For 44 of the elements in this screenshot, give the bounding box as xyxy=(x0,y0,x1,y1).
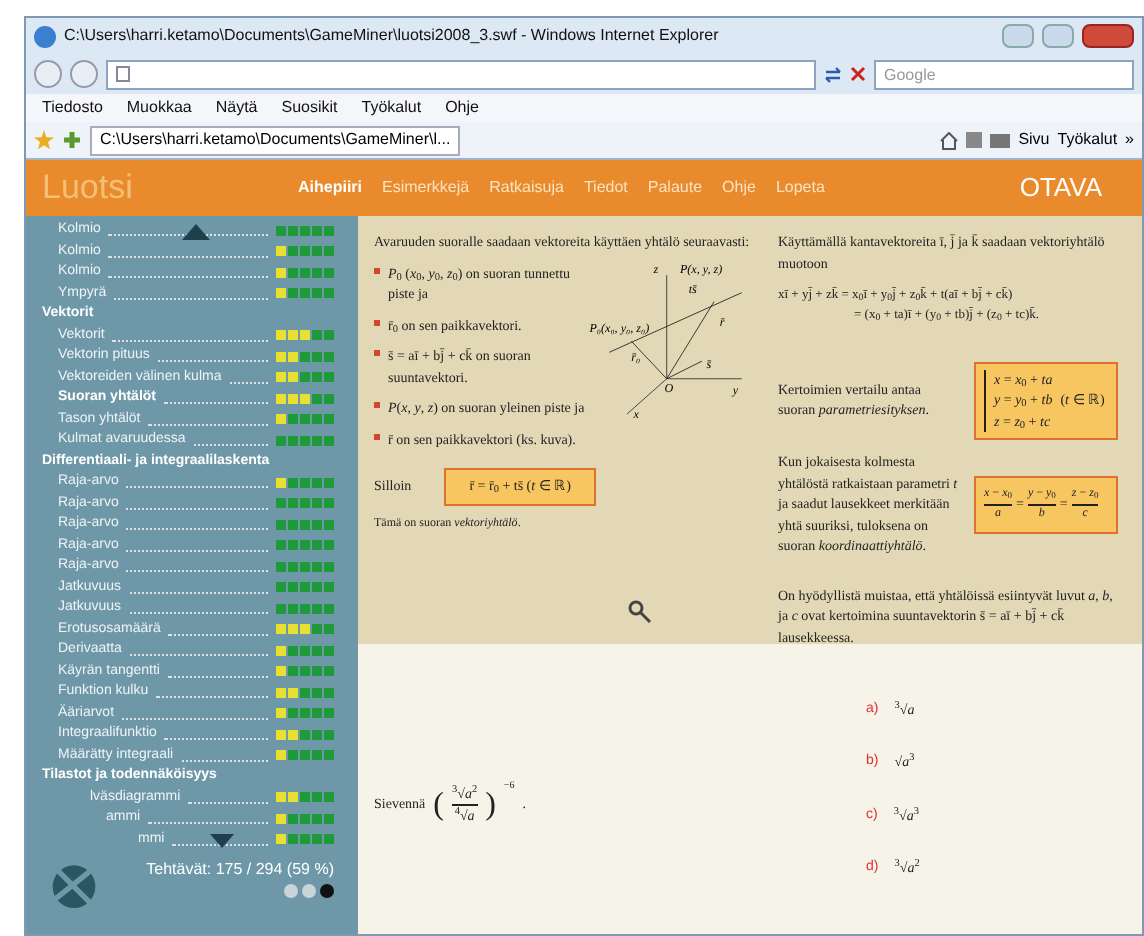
more-button[interactable]: » xyxy=(1125,128,1134,152)
nav-tab[interactable]: Tiedot xyxy=(583,176,628,200)
close-button[interactable] xyxy=(1082,24,1134,48)
refresh-icon[interactable] xyxy=(824,65,842,83)
parenthesis: ) xyxy=(485,789,496,821)
menu-item[interactable]: Työkalut xyxy=(361,96,422,120)
menu-item[interactable]: Tiedosto xyxy=(42,96,103,120)
maximize-button[interactable] xyxy=(1042,24,1074,48)
nav-tab[interactable]: Ratkaisuja xyxy=(489,176,564,200)
nav-tab[interactable]: Palaute xyxy=(647,176,703,200)
progress-text: Tehtävät: 175 / 294 (59 %) xyxy=(146,858,334,882)
menu-item[interactable]: Ohje xyxy=(445,96,479,120)
publisher-logo: OTAVA xyxy=(1019,170,1102,207)
browser-tab[interactable]: C:\Users\harri.ketamo\Documents\GameMiner\l... xyxy=(90,125,461,155)
forward-button[interactable] xyxy=(70,60,98,88)
search-field[interactable]: Google xyxy=(874,59,1134,89)
star-icon[interactable] xyxy=(34,130,54,150)
bullet-icon xyxy=(374,433,380,439)
tools-menu[interactable]: Työkalut xyxy=(1057,128,1118,152)
nav-tab[interactable]: Aihepiiri xyxy=(298,176,363,200)
nav-tab[interactable]: Lopeta xyxy=(775,176,825,200)
window-title: C:\Users\harri.ketamo\Documents\GameMiner\luotsi2008_3.swf - Windows Internet Explorer xyxy=(64,24,721,48)
page-icon xyxy=(116,66,130,82)
scroll-down-icon[interactable] xyxy=(210,834,234,848)
back-button[interactable] xyxy=(34,60,62,88)
browser-logo-icon xyxy=(34,25,56,47)
scroll-up-icon[interactable] xyxy=(182,224,210,240)
bullet-icon xyxy=(374,402,380,408)
minimize-button[interactable] xyxy=(1002,24,1034,48)
address-field[interactable] xyxy=(106,59,816,89)
bullet-icon xyxy=(374,350,380,356)
page-menu[interactable]: Sivu xyxy=(1018,128,1050,152)
home-icon[interactable] xyxy=(940,131,959,149)
stop-icon[interactable] xyxy=(850,66,866,82)
parenthesis: ( xyxy=(433,789,444,821)
menu-item[interactable]: Muokkaa xyxy=(126,96,192,120)
bullet-icon xyxy=(374,319,380,325)
bullet-icon xyxy=(374,267,380,273)
menu-item[interactable]: Näytä xyxy=(215,96,258,120)
nav-tab[interactable]: Ohje xyxy=(722,176,756,200)
add-favorite-icon[interactable] xyxy=(62,130,82,150)
app-logo: Luotsi xyxy=(42,166,135,211)
menu-item[interactable]: Suosikit xyxy=(281,96,338,120)
nav-tab[interactable]: Esimerkkejä xyxy=(382,176,470,200)
